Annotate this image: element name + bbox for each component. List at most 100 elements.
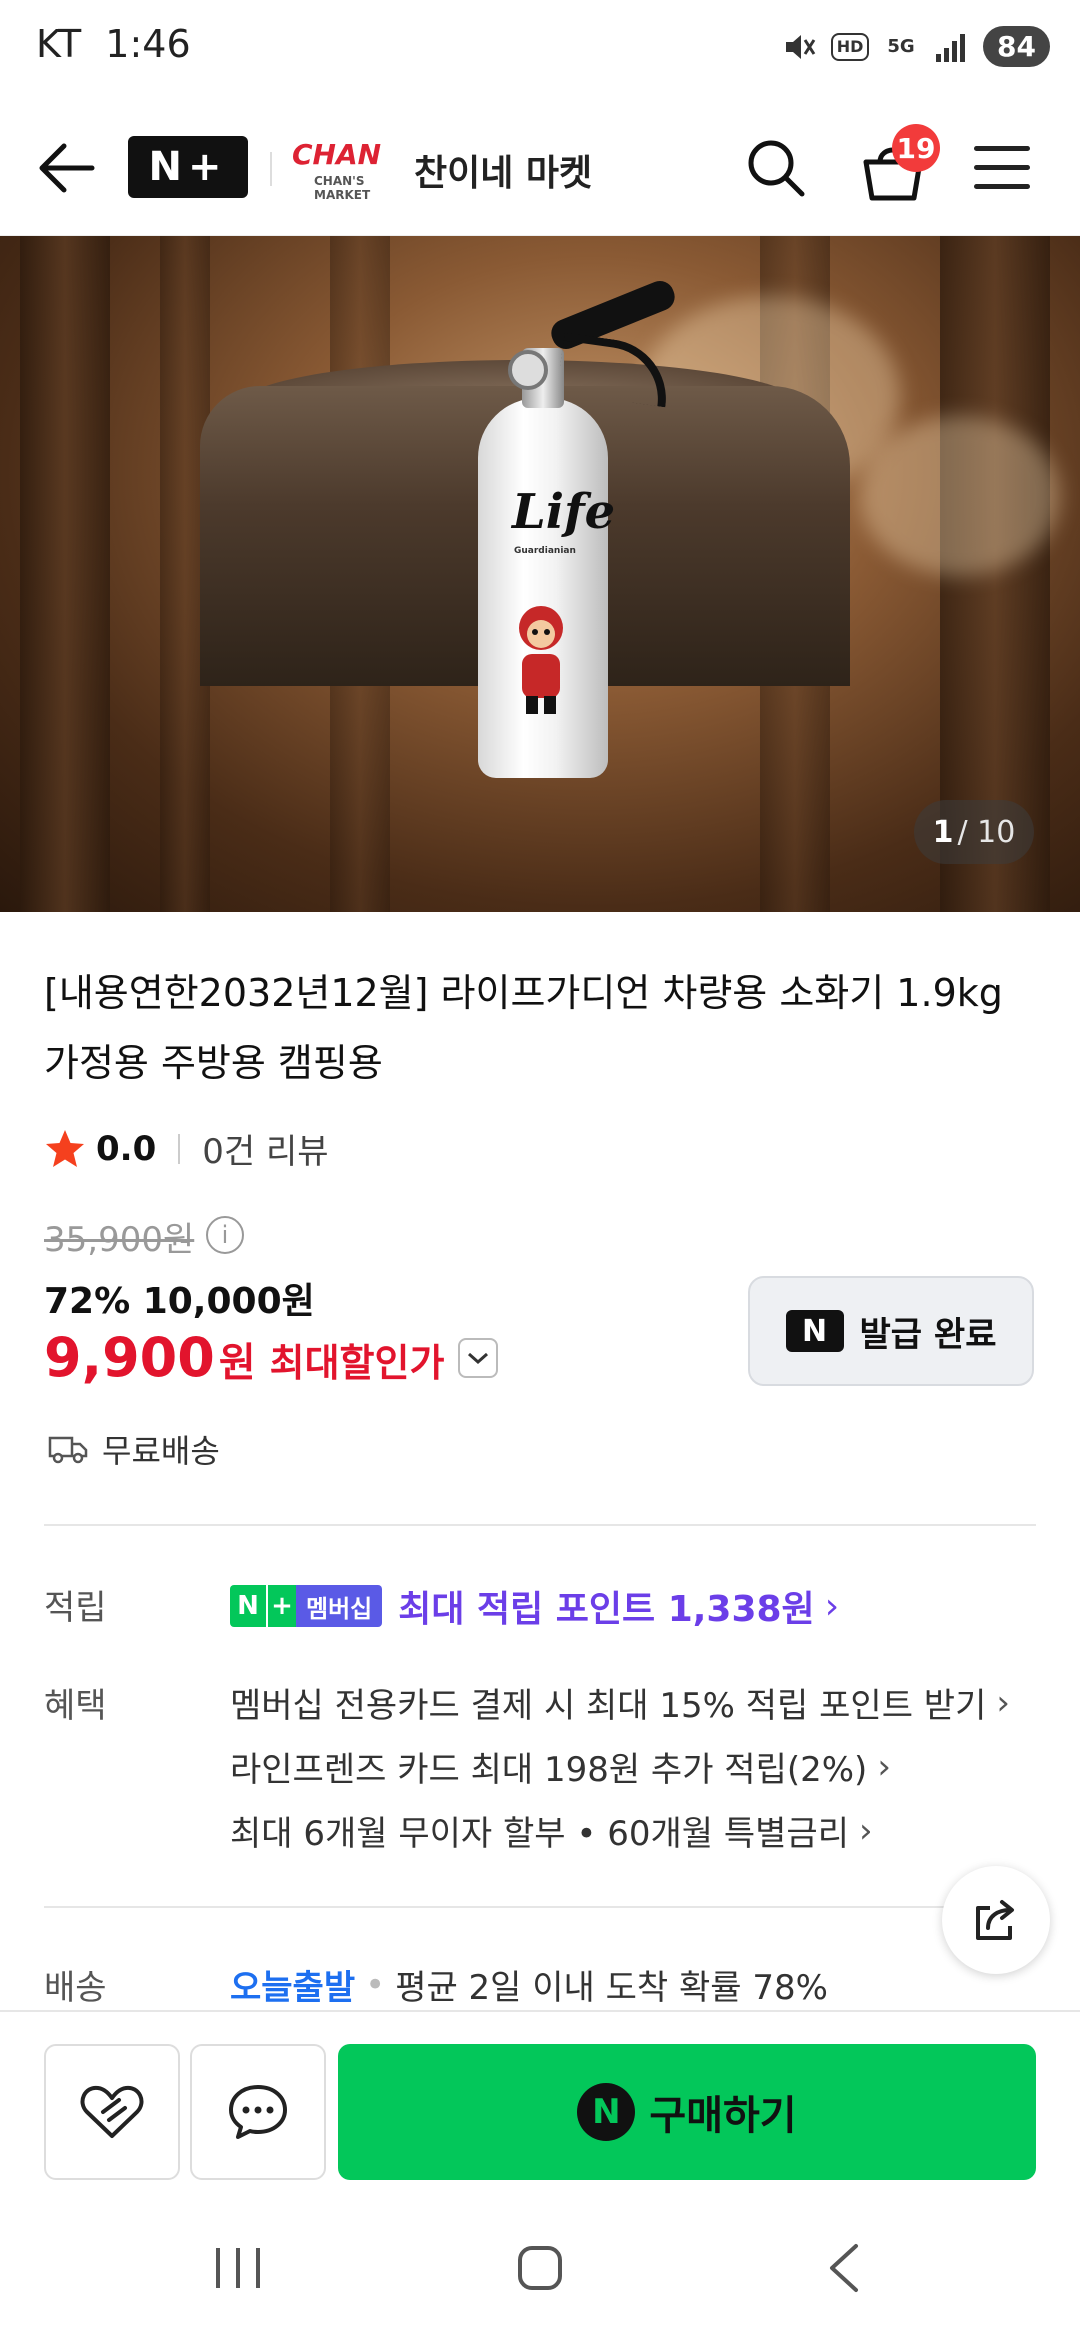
today-dispatch-label: 오늘출발: [230, 1968, 356, 2008]
share-button[interactable]: [942, 1866, 1050, 1974]
section-divider: [44, 1524, 1036, 1526]
recent-apps-icon: [236, 2248, 240, 2288]
search-icon: [748, 140, 805, 197]
product-brand-sub: Guardianian: [514, 546, 576, 556]
rating-row[interactable]: 0.0 0건 리뷰: [44, 1124, 329, 1173]
star-icon: [46, 1129, 84, 1167]
chevron-right-icon: ›: [859, 1810, 873, 1851]
benefits-label: 혜택: [44, 1686, 107, 1726]
badge-membership: 멤버십: [296, 1585, 383, 1627]
store-name[interactable]: 찬이네 마켓: [414, 144, 592, 196]
menu-icon-line: [974, 165, 1030, 170]
menu-button[interactable]: [974, 146, 1030, 190]
benefit-text: 멤버십 전용카드 결제 시 최대 15% 적립 포인트 받기: [230, 1686, 987, 1726]
benefit-text: 라인프렌즈 카드 최대 198원 추가 적립(2%): [230, 1750, 868, 1790]
naver-n-icon: N: [785, 1310, 844, 1352]
rating-score: 0.0: [96, 1128, 157, 1169]
mute-icon: [781, 29, 817, 65]
badge-n: N: [230, 1585, 266, 1627]
delivery-row: 오늘출발 • 평균 2일 이내 도착 확률 78%: [230, 1960, 828, 2009]
image-counter-total: / 10: [957, 814, 1016, 850]
hd-icon: HD: [831, 32, 870, 61]
shipping-row: 무료배송: [48, 1426, 220, 1472]
battery-indicator: 84: [983, 26, 1050, 67]
points-row[interactable]: N + 멤버십 최대 적립 포인트 1,338원 ›: [230, 1580, 839, 1632]
badge-plus: +: [266, 1585, 296, 1627]
clock: 1:46: [105, 22, 191, 66]
fire-extinguisher-image: [478, 398, 608, 778]
product-brand-label: Life: [512, 484, 616, 540]
light-glow: [860, 416, 1060, 576]
signal-icon: [933, 29, 969, 65]
gauge-icon: [508, 350, 548, 390]
system-navigation-bar: [0, 2194, 1080, 2340]
truck-icon: [48, 1436, 88, 1464]
nplus-store-logo[interactable]: N+: [128, 136, 248, 198]
background-tree: [20, 236, 110, 912]
mascot-icon: [519, 606, 563, 714]
coupon-label: 발급 완료: [859, 1314, 997, 1355]
product-image-carousel[interactable]: Life Guardianian 1 / 10: [0, 236, 1080, 912]
carrier-label: KT: [36, 22, 82, 66]
store-logo[interactable]: CHAN CHAN'S MARKET: [292, 134, 412, 202]
chat-bubble-icon: [229, 2085, 287, 2139]
store-logo-sub: CHAN'S MARKET: [314, 174, 371, 202]
section-divider: [44, 1906, 1036, 1908]
nplus-membership-badge: N + 멤버십: [230, 1585, 383, 1627]
rating-separator: [178, 1133, 181, 1164]
chevron-right-icon: ›: [996, 1682, 1010, 1723]
share-icon: [976, 1900, 1014, 1940]
price-detail-toggle[interactable]: [458, 1337, 499, 1378]
menu-icon-line: [974, 146, 1030, 151]
review-count[interactable]: 0건 리뷰: [202, 1124, 328, 1173]
delivery-estimate: 평균 2일 이내 도착 확률 78%: [395, 1968, 828, 2008]
image-counter: 1 / 10: [914, 800, 1034, 864]
benefit-text: 최대 6개월 무이자 할부 • 60개월 특별금리: [230, 1814, 849, 1854]
menu-icon-line: [974, 184, 1030, 189]
product-title: [내용연한2032년12월] 라이프가디언 차량용 소화기 1.9kg 가정용 …: [44, 971, 1003, 1085]
final-price-row: 9,900 원 최대할인가: [44, 1326, 499, 1389]
chevron-down-icon: [468, 1352, 489, 1364]
store-logo-mark: CHAN: [292, 138, 382, 171]
coupon-issued-button[interactable]: N 발급 완료: [748, 1276, 1034, 1386]
shipping-label: 무료배송: [102, 1432, 220, 1470]
back-button[interactable]: [36, 140, 96, 196]
points-label: 적립: [44, 1588, 107, 1628]
image-counter-current: 1: [932, 814, 954, 850]
status-right: HD 5G 84: [781, 26, 1050, 67]
info-icon[interactable]: i: [206, 1216, 244, 1254]
back-chevron-icon: [830, 2244, 858, 2292]
delivery-dot: •: [365, 1964, 386, 2005]
buy-label: 구매하기: [649, 2093, 797, 2139]
home-button[interactable]: [518, 2246, 562, 2290]
system-back-button[interactable]: [824, 2242, 864, 2294]
naver-pay-icon: N: [577, 2083, 636, 2141]
back-arrow-icon: [39, 143, 95, 193]
status-bar: KT 1:46 HD 5G 84: [0, 0, 1080, 100]
heart-icon: [80, 2085, 144, 2138]
header-divider: [270, 152, 272, 186]
final-price: 9,900: [44, 1326, 215, 1389]
chevron-right-icon: ›: [877, 1746, 891, 1787]
max-points-text: 최대 적립 포인트 1,338원: [398, 1589, 815, 1630]
chat-button[interactable]: [190, 2044, 326, 2180]
buy-button[interactable]: N 구매하기: [338, 2044, 1036, 2180]
original-price: 35,900원: [44, 1220, 195, 1260]
benefit-item[interactable]: 최대 6개월 무이자 할부 • 60개월 특별금리 ›: [230, 1806, 873, 1855]
cart-count-badge: 19: [892, 124, 940, 172]
recent-apps-icon: [216, 2248, 220, 2288]
recent-apps-icon: [256, 2248, 260, 2288]
status-left: KT 1:46: [36, 22, 191, 66]
delivery-label: 배송: [44, 1968, 107, 2008]
benefit-item[interactable]: 멤버십 전용카드 결제 시 최대 15% 적립 포인트 받기 ›: [230, 1678, 1010, 1727]
recent-apps-button[interactable]: [216, 2248, 260, 2288]
search-button[interactable]: [744, 136, 808, 200]
wishlist-button[interactable]: [44, 2044, 180, 2180]
discount-price-line: 72% 10,000원: [44, 1281, 315, 1322]
network-icon: 5G: [887, 36, 915, 57]
bottom-action-bar: N 구매하기: [0, 2010, 1080, 2194]
benefit-item[interactable]: 라인프렌즈 카드 최대 198원 추가 적립(2%) ›: [230, 1742, 891, 1791]
max-discount-label: 최대할인가: [269, 1341, 445, 1385]
chevron-right-icon: ›: [824, 1585, 840, 1627]
final-price-unit: 원: [218, 1340, 256, 1386]
